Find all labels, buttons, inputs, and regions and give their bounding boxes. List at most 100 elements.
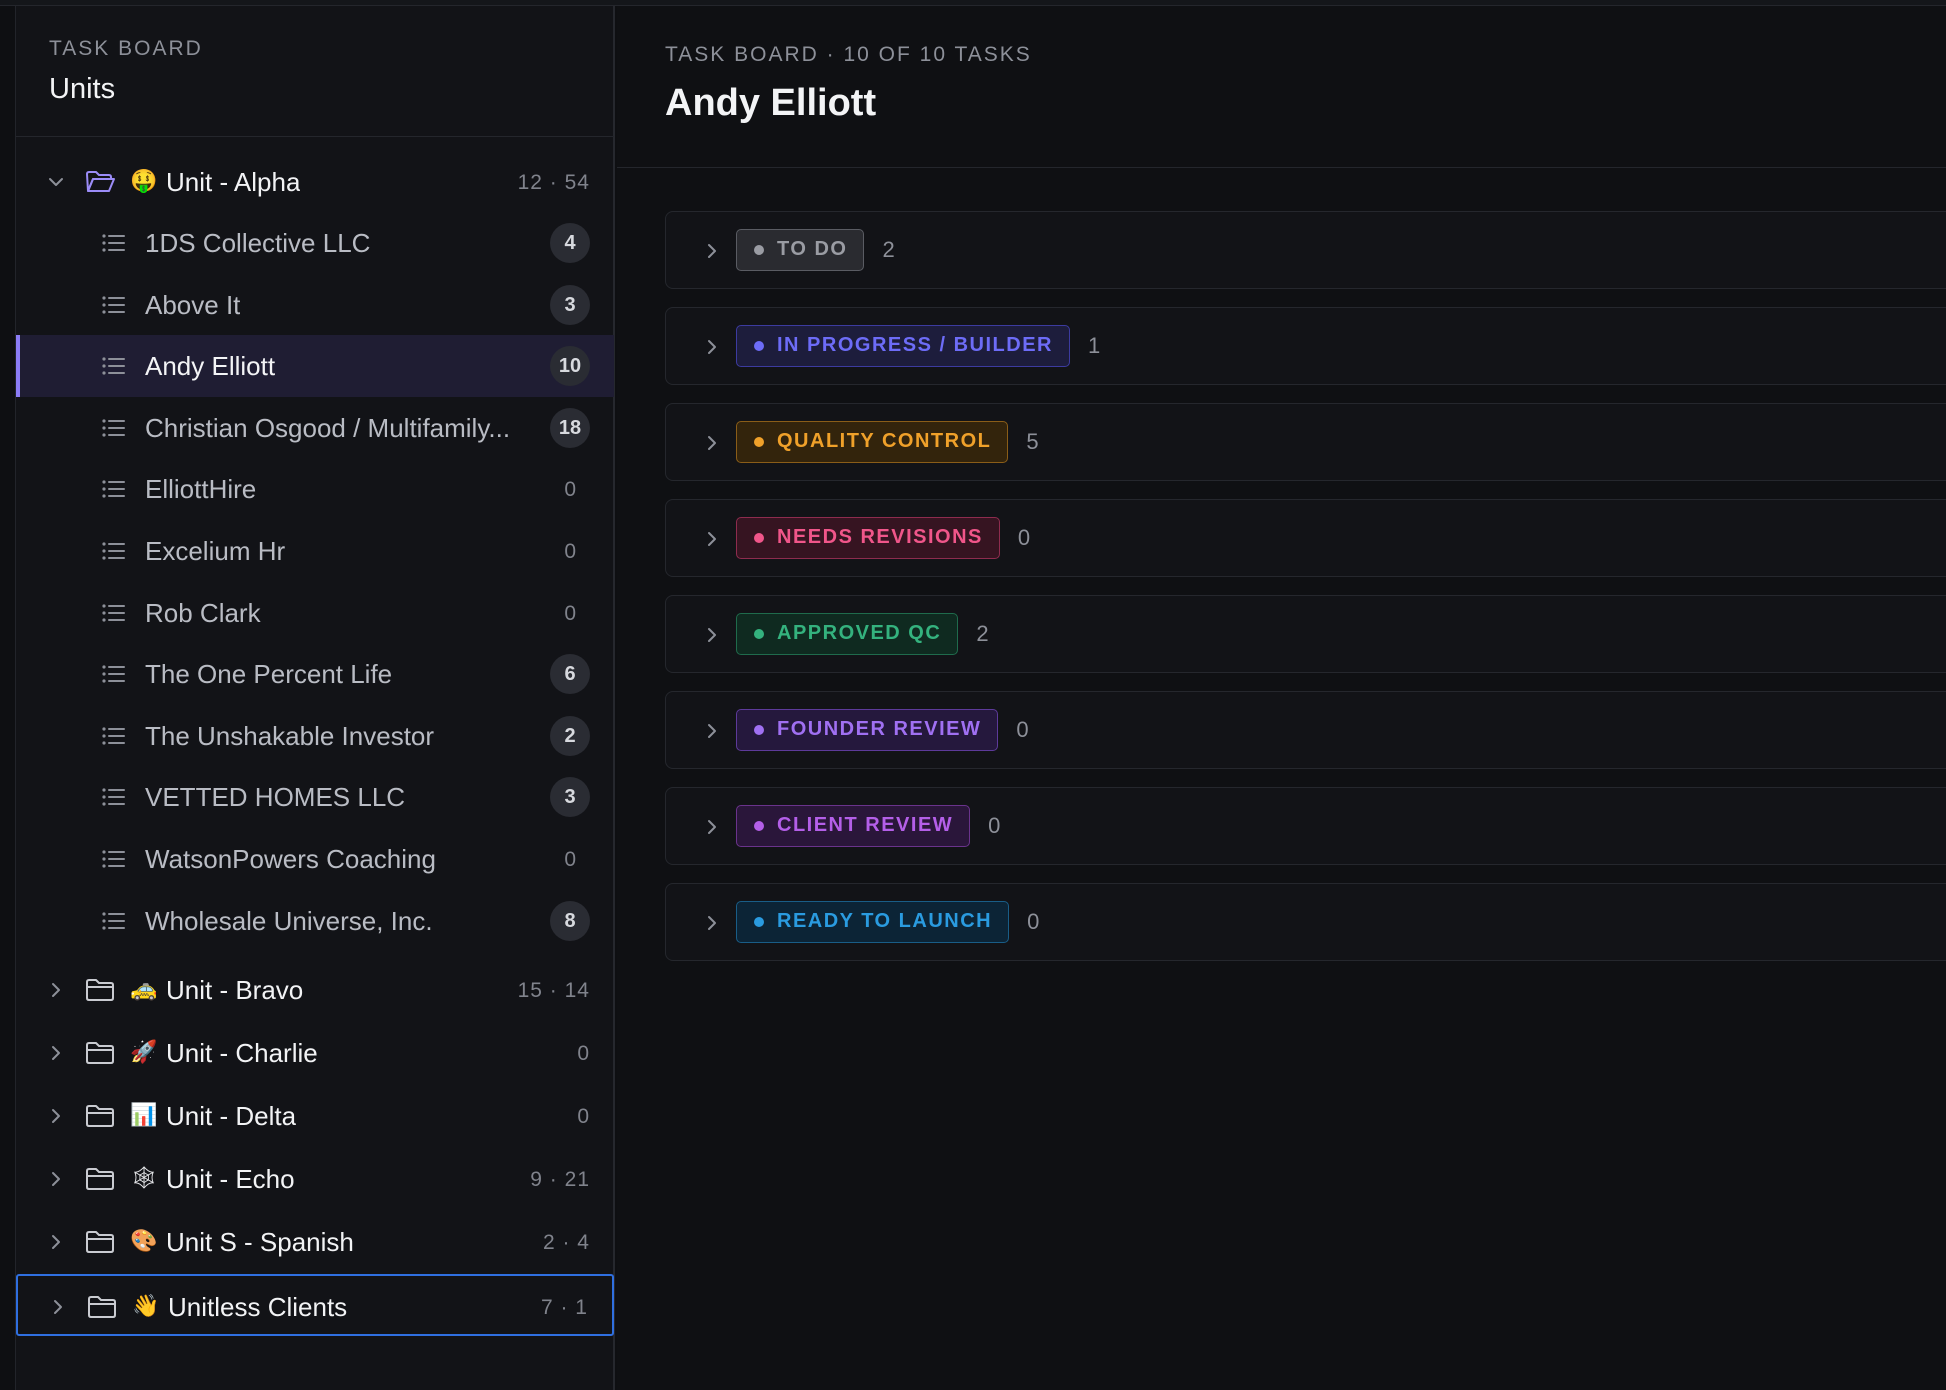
unit-row[interactable]: 🕸 Unit - Echo 9 · 21 <box>16 1148 614 1210</box>
unit-row[interactable]: 👋 Unitless Clients 7 · 1 <box>16 1274 614 1337</box>
client-item[interactable]: The Unshakable Investor 2 <box>16 705 614 767</box>
client-item[interactable]: The One Percent Life 6 <box>16 643 614 705</box>
task-count-badge: 3 <box>550 777 590 818</box>
unit-label: Unit S - Spanish <box>166 1227 354 1258</box>
status-dot-icon <box>754 917 764 927</box>
client-label: Andy Elliott <box>145 351 276 382</box>
client-label: 1DS Collective LLC <box>145 228 371 258</box>
client-item[interactable]: WatsonPowers Coaching 0 <box>16 828 614 890</box>
folder-icon <box>84 1228 116 1256</box>
client-item[interactable]: Excelium Hr 0 <box>16 520 614 582</box>
sidebar-title: Units <box>49 73 116 105</box>
status-badge: CLIENT REVIEW <box>736 805 971 847</box>
list-icon <box>100 662 128 686</box>
status-badge: FOUNDER REVIEW <box>736 709 999 751</box>
status-badge: READY TO LAUNCH <box>736 901 1010 943</box>
status-label: TO DO <box>777 238 848 260</box>
client-item[interactable]: Above It 3 <box>16 274 614 336</box>
unit-emoji: 👋 <box>132 1294 160 1320</box>
unit-row[interactable]: 🤑 Unit - Alpha 12 · 54 <box>16 151 614 213</box>
status-group[interactable]: FOUNDER REVIEW 0 <box>665 691 1946 769</box>
list-icon <box>100 354 128 378</box>
client-item[interactable]: Andy Elliott 10 <box>16 335 614 398</box>
client-item[interactable]: Christian Osgood / Multifamily... 18 <box>16 397 614 459</box>
chevron-right-icon[interactable] <box>46 1295 70 1319</box>
page-title: Andy Elliott <box>665 82 877 124</box>
status-badge: NEEDS REVISIONS <box>736 517 1000 559</box>
status-group[interactable]: QUALITY CONTROL 5 <box>665 403 1946 481</box>
client-item[interactable]: VETTED HOMES LLC 3 <box>16 766 614 828</box>
unit-emoji: 🚕 <box>130 977 158 1003</box>
unit-count: 0 <box>577 1042 590 1066</box>
task-count: 0 <box>564 848 576 871</box>
app-window: TASK BOARD Units 🤑 Unit - Alpha 12 · 54 1DS… <box>0 0 1946 1390</box>
task-count-badge: 2 <box>550 715 590 756</box>
unit-count: 2 · 4 <box>542 1231 590 1255</box>
task-count: 0 <box>564 478 576 502</box>
chevron-right-icon[interactable] <box>700 815 724 839</box>
chevron-right-icon[interactable] <box>700 527 724 551</box>
unit-count: 0 <box>577 1105 590 1129</box>
status-count: 1 <box>1087 333 1101 358</box>
status-group[interactable]: TO DO 2 <box>665 211 1946 289</box>
status-group[interactable]: IN PROGRESS / BUILDER 1 <box>665 307 1946 385</box>
status-dot-icon <box>754 437 764 447</box>
unit-emoji: 🎨 <box>130 1229 158 1255</box>
status-group[interactable]: READY TO LAUNCH 0 <box>665 883 1946 961</box>
unit-row[interactable]: 🚕 Unit - Bravo 15 · 14 <box>16 959 614 1021</box>
chevron-right-icon[interactable] <box>700 911 724 935</box>
client-item[interactable]: Rob Clark 0 <box>16 582 614 644</box>
list-icon <box>100 231 128 255</box>
chevron-down-icon[interactable] <box>44 170 68 194</box>
client-item[interactable]: 1DS Collective LLC 4 <box>16 212 614 274</box>
client-label: VETTED HOMES LLC <box>145 782 406 813</box>
status-group[interactable]: APPROVED QC 2 <box>665 595 1946 673</box>
folder-icon <box>84 976 116 1004</box>
main-header: TASK BOARD · 10 OF 10 TASKS Andy Elliott <box>617 6 1946 168</box>
chevron-right-icon[interactable] <box>700 719 724 743</box>
status-count: 0 <box>1016 717 1029 742</box>
status-label: NEEDS REVISIONS <box>777 526 983 548</box>
chevron-right-icon[interactable] <box>700 335 724 359</box>
status-count: 0 <box>1027 909 1040 934</box>
chevron-right-icon[interactable] <box>700 623 724 647</box>
unit-row[interactable]: 🚀 Unit - Charlie 0 <box>16 1022 614 1084</box>
unit-label: Unit - Charlie <box>166 1038 318 1069</box>
task-count-badge: 6 <box>550 654 590 695</box>
chevron-right-icon[interactable] <box>44 978 68 1002</box>
status-group[interactable]: NEEDS REVISIONS 0 <box>665 499 1946 577</box>
chevron-right-icon[interactable] <box>700 239 724 263</box>
client-label: Christian Osgood / Multifamily... <box>145 412 511 443</box>
list-icon <box>100 293 128 317</box>
client-label: Wholesale Universe, Inc. <box>145 905 433 936</box>
chevron-right-icon[interactable] <box>44 1167 68 1191</box>
client-item[interactable]: ElliottHire 0 <box>16 458 614 520</box>
chevron-right-icon[interactable] <box>44 1230 68 1254</box>
chevron-right-icon[interactable] <box>700 431 724 455</box>
unit-emoji: 🚀 <box>130 1040 158 1066</box>
list-icon <box>100 847 128 871</box>
status-count: 2 <box>976 621 989 646</box>
status-label: QUALITY CONTROL <box>777 430 992 452</box>
unit-count: 12 · 54 <box>517 171 590 194</box>
unit-count: 9 · 21 <box>530 1168 590 1192</box>
chevron-right-icon[interactable] <box>44 1041 68 1065</box>
status-badge: QUALITY CONTROL <box>736 421 1009 463</box>
client-item[interactable]: Wholesale Universe, Inc. 8 <box>16 890 614 952</box>
unit-row[interactable]: 🎨 Unit S - Spanish 2 · 4 <box>16 1211 614 1273</box>
folder-open-icon <box>84 168 116 196</box>
unit-emoji: 🕸 <box>130 1166 158 1192</box>
task-count-badge: 3 <box>550 284 590 325</box>
unit-row[interactable]: 📊 Unit - Delta 0 <box>16 1085 614 1147</box>
list-icon <box>100 416 128 440</box>
list-icon <box>100 785 128 809</box>
status-dot-icon <box>754 533 764 543</box>
list-icon <box>100 477 128 501</box>
status-dot-icon <box>754 629 764 639</box>
unit-label: Unit - Echo <box>166 1164 295 1195</box>
chevron-right-icon[interactable] <box>44 1104 68 1128</box>
status-count: 5 <box>1026 429 1039 454</box>
unit-count: 15 · 14 <box>517 979 590 1003</box>
status-group[interactable]: CLIENT REVIEW 0 <box>665 787 1946 865</box>
sidebar-eyebrow: TASK BOARD <box>49 37 203 60</box>
